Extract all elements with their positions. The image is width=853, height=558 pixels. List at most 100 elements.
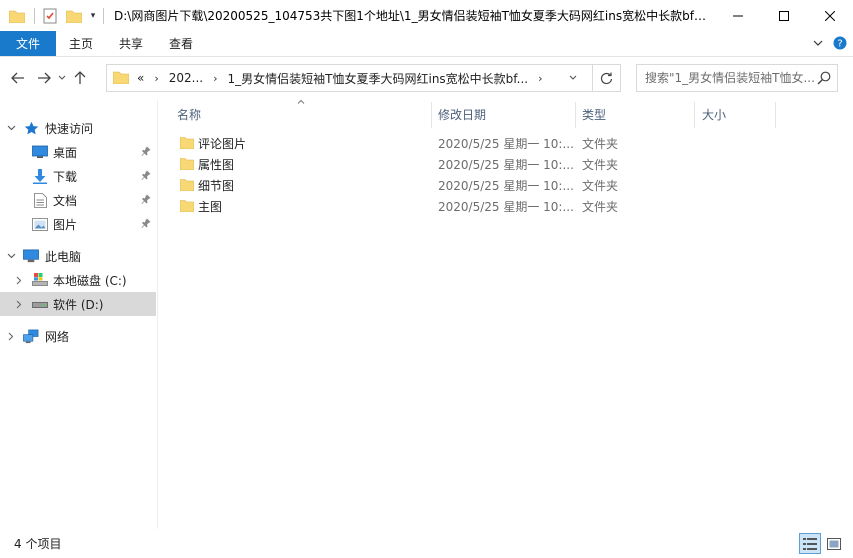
customize-toolbar-dropdown[interactable]: ▾ — [87, 11, 99, 21]
drive-c-icon — [32, 272, 48, 288]
table-row[interactable]: 细节图 2020/5/25 星期一 10:... 文件夹 — [175, 175, 755, 196]
title-bar: ▾ D:\网商图片下载\20200525_104753共下图1个地址\1_男女情… — [0, 0, 853, 31]
tab-view[interactable]: 查看 — [156, 31, 206, 56]
forward-button[interactable] — [33, 63, 55, 93]
folder-icon — [179, 136, 195, 152]
sidebar-item-documents[interactable]: 文档 — [0, 188, 156, 212]
back-button[interactable] — [7, 63, 29, 93]
star-icon — [23, 120, 39, 136]
column-divider[interactable] — [431, 102, 432, 128]
this-pc-icon — [23, 248, 39, 264]
address-bar[interactable]: « › 202... › 1_男女情侣装短袖T恤女夏季大码网红ins宽松中长款b… — [106, 64, 621, 92]
forward-arrow-icon — [38, 72, 51, 84]
sort-ascending-icon — [297, 97, 305, 107]
search-input[interactable] — [645, 71, 815, 85]
pin-icon[interactable] — [141, 146, 151, 159]
tab-home[interactable]: 主页 — [56, 31, 106, 56]
breadcrumb-separator-icon[interactable]: › — [154, 72, 158, 85]
chevron-right-icon[interactable] — [13, 274, 25, 286]
table-row[interactable]: 主图 2020/5/25 星期一 10:... 文件夹 — [175, 196, 755, 217]
details-view-button[interactable] — [799, 533, 821, 554]
refresh-icon — [600, 72, 613, 84]
folder-icon — [179, 157, 195, 173]
window-title: D:\网商图片下载\20200525_104753共下图1个地址\1_男女情侣装… — [114, 9, 714, 23]
folder-icon — [179, 199, 195, 215]
file-type: 文件夹 — [582, 137, 619, 151]
large-icons-view-icon — [827, 537, 841, 550]
chevron-right-icon[interactable] — [13, 298, 25, 310]
properties-icon[interactable] — [39, 5, 61, 27]
column-header-name[interactable]: 名称 — [177, 99, 201, 129]
item-count: 4 个项目 — [14, 537, 62, 551]
network-icon — [23, 328, 39, 344]
navigation-bar: « › 202... › 1_男女情侣装短袖T恤女夏季大码网红ins宽松中长款b… — [0, 57, 853, 99]
sidebar-item-downloads[interactable]: 下载 — [0, 164, 156, 188]
sidebar-item-quick-access[interactable]: 快速访问 — [0, 116, 156, 140]
file-name: 细节图 — [198, 179, 235, 193]
search-box[interactable] — [636, 64, 838, 92]
file-type: 文件夹 — [582, 158, 619, 172]
column-header-size[interactable]: 大小 — [702, 99, 726, 129]
back-arrow-icon — [11, 72, 24, 84]
breadcrumb-separator-icon[interactable]: › — [538, 72, 542, 85]
sidebar-item-drive-c[interactable]: 本地磁盘 (C:) — [0, 268, 156, 292]
ribbon-right-controls: ? — [813, 31, 847, 57]
help-icon[interactable]: ? — [833, 36, 847, 53]
folder-icon[interactable] — [6, 5, 28, 27]
tab-file[interactable]: 文件 — [0, 31, 56, 56]
maximize-icon — [779, 10, 789, 21]
sidebar-item-label: 下载 — [53, 169, 78, 184]
download-icon — [32, 168, 48, 184]
documents-icon — [32, 192, 48, 208]
file-date: 2020/5/25 星期一 10:... — [438, 200, 574, 214]
sidebar-item-desktop[interactable]: 桌面 — [0, 140, 156, 164]
file-date: 2020/5/25 星期一 10:... — [438, 137, 574, 151]
sidebar-item-label: 此电脑 — [45, 249, 82, 264]
file-type: 文件夹 — [582, 200, 619, 214]
details-view-icon — [803, 537, 817, 550]
file-type: 文件夹 — [582, 179, 619, 193]
column-divider[interactable] — [575, 102, 576, 128]
sidebar-item-network[interactable]: 网络 — [0, 324, 156, 348]
table-row[interactable]: 评论图片 2020/5/25 星期一 10:... 文件夹 — [175, 133, 755, 154]
pin-icon[interactable] — [141, 218, 151, 231]
column-divider[interactable] — [775, 102, 776, 128]
close-button[interactable] — [807, 0, 853, 31]
search-icon[interactable] — [817, 71, 831, 88]
table-row[interactable]: 属性图 2020/5/25 星期一 10:... 文件夹 — [175, 154, 755, 175]
minimize-icon — [733, 15, 743, 16]
sidebar-item-label: 快速访问 — [45, 121, 94, 136]
breadcrumb-item[interactable]: 202... — [169, 71, 203, 85]
sidebar-item-label: 文档 — [53, 193, 78, 208]
column-header-date[interactable]: 修改日期 — [438, 99, 486, 129]
refresh-button[interactable] — [592, 65, 620, 91]
sidebar-item-drive-d[interactable]: 软件 (D:) — [0, 292, 156, 316]
breadcrumb-overflow[interactable]: « — [137, 71, 144, 85]
column-divider[interactable] — [694, 102, 695, 128]
sidebar-item-label: 图片 — [53, 217, 78, 232]
pin-icon[interactable] — [141, 170, 151, 183]
large-icons-view-button[interactable] — [823, 533, 845, 554]
sidebar-item-this-pc[interactable]: 此电脑 — [0, 244, 156, 268]
tab-share[interactable]: 共享 — [106, 31, 156, 56]
ribbon-tabs: 文件 主页 共享 查看 ? — [0, 31, 853, 57]
pin-icon[interactable] — [141, 194, 151, 207]
sidebar-item-pictures[interactable]: 图片 — [0, 212, 156, 236]
sidebar-item-label: 本地磁盘 (C:) — [53, 273, 127, 288]
minimize-button[interactable] — [715, 0, 761, 31]
expand-ribbon-icon[interactable] — [813, 37, 823, 51]
status-bar: 4 个项目 — [0, 529, 853, 558]
chevron-down-icon[interactable] — [5, 250, 17, 262]
column-header-type[interactable]: 类型 — [582, 99, 606, 129]
new-folder-icon[interactable] — [63, 5, 85, 27]
file-date: 2020/5/25 星期一 10:... — [438, 158, 574, 172]
up-button[interactable] — [69, 63, 91, 93]
chevron-down-icon[interactable] — [5, 122, 17, 134]
up-arrow-icon — [74, 71, 86, 84]
chevron-right-icon[interactable] — [5, 330, 17, 342]
breadcrumb-item-current[interactable]: 1_男女情侣装短袖T恤女夏季大码网红ins宽松中长款bf... — [228, 70, 529, 87]
recent-locations-button[interactable] — [55, 63, 69, 93]
breadcrumb-separator-icon[interactable]: › — [213, 72, 217, 85]
maximize-button[interactable] — [761, 0, 807, 31]
address-history-dropdown[interactable] — [562, 65, 584, 91]
